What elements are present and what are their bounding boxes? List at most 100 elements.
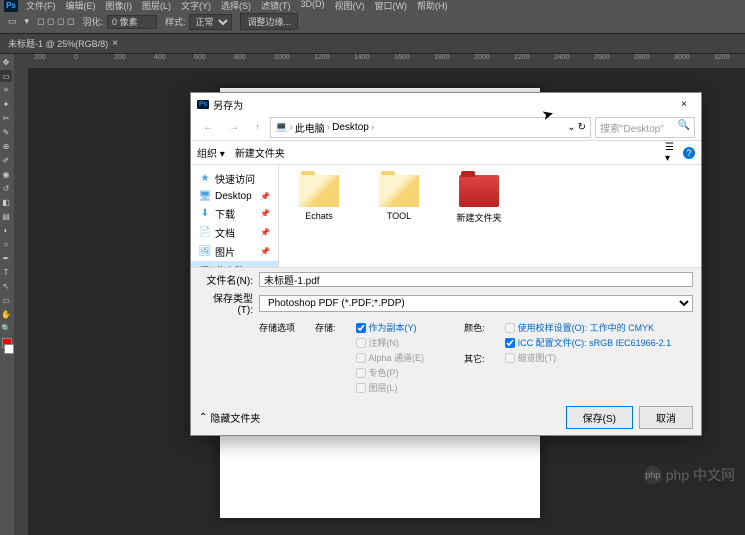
search-icon: 🔍	[678, 120, 690, 131]
menu-layer[interactable]: 图层(L)	[142, 0, 171, 12]
save-button[interactable]: 保存(S)	[566, 406, 633, 429]
sidebar-item-documents[interactable]: 📄文档📌	[191, 223, 278, 242]
spot-checkbox: 专色(P)	[356, 366, 425, 379]
close-icon[interactable]: ×	[673, 97, 695, 112]
folder-icon	[379, 175, 419, 207]
new-folder-button[interactable]: 新建文件夹	[235, 145, 285, 160]
filename-input[interactable]	[259, 272, 693, 287]
history-brush-tool[interactable]: ↺	[0, 182, 12, 194]
marquee-tool[interactable]: ▭	[0, 70, 12, 82]
save-as-dialog: Ps 另存为 × ← → ↑ 💻 › 此电脑 › Desktop › ⌄ ↻ 搜…	[190, 92, 702, 436]
chevron-up-icon: ⌃	[199, 412, 207, 423]
pin-icon: 📌	[260, 192, 270, 201]
chevron-down-icon[interactable]: ⌄	[567, 122, 575, 133]
sidebar-item-quickaccess[interactable]: ★快速访问	[191, 169, 278, 188]
menu-view[interactable]: 视图(V)	[335, 0, 365, 12]
menu-file[interactable]: 文件(F)	[26, 0, 56, 12]
path-segment[interactable]: Desktop	[332, 122, 369, 133]
tool-panel: ✥ ▭ ⟡ ✦ ✂ ✎ ⊕ ✐ ◉ ↺ ◧ ▤ ◐ ○ ✒ T ↖ ▭ ✋ 🔍	[0, 54, 14, 535]
stamp-tool[interactable]: ◉	[0, 168, 12, 180]
folder-icon	[459, 175, 499, 207]
blur-tool[interactable]: ◐	[0, 224, 12, 236]
close-icon[interactable]: ×	[112, 38, 118, 49]
gradient-tool[interactable]: ▤	[0, 210, 12, 222]
dialog-title: 另存为	[213, 97, 243, 112]
menu-type[interactable]: 文字(Y)	[181, 0, 211, 12]
filetype-label: 保存类型(T):	[199, 290, 253, 316]
sidebar-item-desktop[interactable]: 🖥Desktop📌	[191, 188, 278, 204]
ruler-vertical	[14, 68, 28, 535]
as-copy-checkbox[interactable]: 作为副本(Y)	[356, 321, 425, 334]
menu-edit[interactable]: 编辑(E)	[66, 0, 96, 12]
path-segment[interactable]: 此电脑	[295, 120, 325, 135]
cancel-button[interactable]: 取消	[639, 406, 693, 429]
refresh-icon[interactable]: ↻	[578, 122, 586, 133]
pen-tool[interactable]: ✒	[0, 252, 12, 264]
desktop-icon: 🖥	[199, 190, 211, 202]
dodge-tool[interactable]: ○	[0, 238, 12, 250]
sidebar-item-downloads[interactable]: ⬇下载📌	[191, 204, 278, 223]
heal-tool[interactable]: ⊕	[0, 140, 12, 152]
other-section-label: 其它:	[464, 352, 485, 365]
filename-label: 文件名(N):	[199, 272, 253, 287]
pin-icon: 📌	[260, 247, 270, 256]
menu-select[interactable]: 选择(S)	[221, 0, 251, 12]
download-icon: ⬇	[199, 208, 211, 220]
style-select[interactable]: 正常	[189, 14, 232, 30]
nav-forward-icon[interactable]: →	[223, 120, 245, 135]
ruler-horizontal: 200 0 200 400 600 800 1000 1200 1400 160…	[14, 54, 745, 68]
folder-item[interactable]: Echats	[289, 175, 349, 221]
nav-back-icon[interactable]: ←	[197, 120, 219, 135]
background-color[interactable]	[4, 344, 14, 354]
star-icon: ★	[199, 173, 211, 185]
shape-tool[interactable]: ▭	[0, 294, 12, 306]
help-icon[interactable]: ?	[683, 147, 695, 159]
filetype-select[interactable]: Photoshop PDF (*.PDF;*.PDP)	[259, 295, 693, 312]
menu-help[interactable]: 帮助(H)	[417, 0, 448, 12]
view-mode-icon[interactable]: ☰ ▾	[665, 146, 679, 160]
wand-tool[interactable]: ✦	[0, 98, 12, 110]
type-tool[interactable]: T	[0, 266, 12, 278]
pc-icon: 💻	[275, 122, 287, 133]
zoom-tool[interactable]: 🔍	[0, 322, 12, 334]
hand-tool[interactable]: ✋	[0, 308, 12, 320]
breadcrumb[interactable]: 💻 › 此电脑 › Desktop › ⌄ ↻	[270, 117, 591, 138]
proof-checkbox: 使用校样设置(O): 工作中的 CMYK	[505, 321, 672, 334]
sidebar-item-pictures[interactable]: 🖼图片📌	[191, 242, 278, 261]
save-section-label: 存储:	[315, 321, 336, 334]
feather-input[interactable]	[107, 15, 157, 29]
folder-item[interactable]: 新建文件夹	[449, 175, 509, 224]
ps-dialog-icon: Ps	[197, 100, 209, 109]
hide-folders-toggle[interactable]: ⌃ 隐藏文件夹	[199, 410, 260, 425]
eyedropper-tool[interactable]: ✎	[0, 126, 12, 138]
move-tool[interactable]: ✥	[0, 56, 12, 68]
path-tool[interactable]: ↖	[0, 280, 12, 292]
save-options-label: 存储选项	[259, 321, 295, 334]
document-icon: 📄	[199, 227, 211, 239]
menu-image[interactable]: 图像(I)	[106, 0, 133, 12]
folder-item[interactable]: TOOL	[369, 175, 429, 221]
nav-up-icon[interactable]: ↑	[249, 120, 266, 135]
file-name: Echats	[305, 211, 333, 221]
marquee-tool-icon[interactable]: ▭	[8, 16, 17, 27]
notes-checkbox: 注释(N)	[356, 336, 425, 349]
adjust-edge-button[interactable]: 调整边缘...	[240, 13, 298, 30]
menu-window[interactable]: 窗口(W)	[375, 0, 408, 12]
eraser-tool[interactable]: ◧	[0, 196, 12, 208]
menu-filter[interactable]: 滤镜(T)	[261, 0, 291, 12]
folder-sidebar: ★快速访问 🖥Desktop📌 ⬇下载📌 📄文档📌 🖼图片📌 💻此电脑 🌐网络	[191, 165, 279, 267]
document-tab[interactable]: 未标题-1 @ 25%(RGB/8) ×	[0, 35, 126, 52]
folder-icon	[299, 175, 339, 207]
icc-checkbox[interactable]: ICC 配置文件(C): sRGB IEC61966-2.1	[505, 336, 672, 349]
options-bar: ▭ ▾ ◻ ◻ ◻ ◻ 羽化: 样式: 正常 调整边缘...	[0, 10, 745, 34]
selection-mode-icons[interactable]: ◻ ◻ ◻ ◻	[37, 16, 74, 27]
search-input[interactable]: 搜索"Desktop" 🔍	[595, 117, 695, 138]
brush-tool[interactable]: ✐	[0, 154, 12, 166]
lasso-tool[interactable]: ⟡	[0, 84, 12, 96]
file-list[interactable]: Echats TOOL 新建文件夹	[279, 165, 701, 267]
organize-button[interactable]: 组织 ▾	[197, 145, 225, 160]
thumbnail-checkbox: 缩览图(T)	[505, 351, 672, 364]
crop-tool[interactable]: ✂	[0, 112, 12, 124]
layers-checkbox: 图层(L)	[356, 381, 425, 394]
menu-3d[interactable]: 3D(D)	[301, 0, 325, 12]
